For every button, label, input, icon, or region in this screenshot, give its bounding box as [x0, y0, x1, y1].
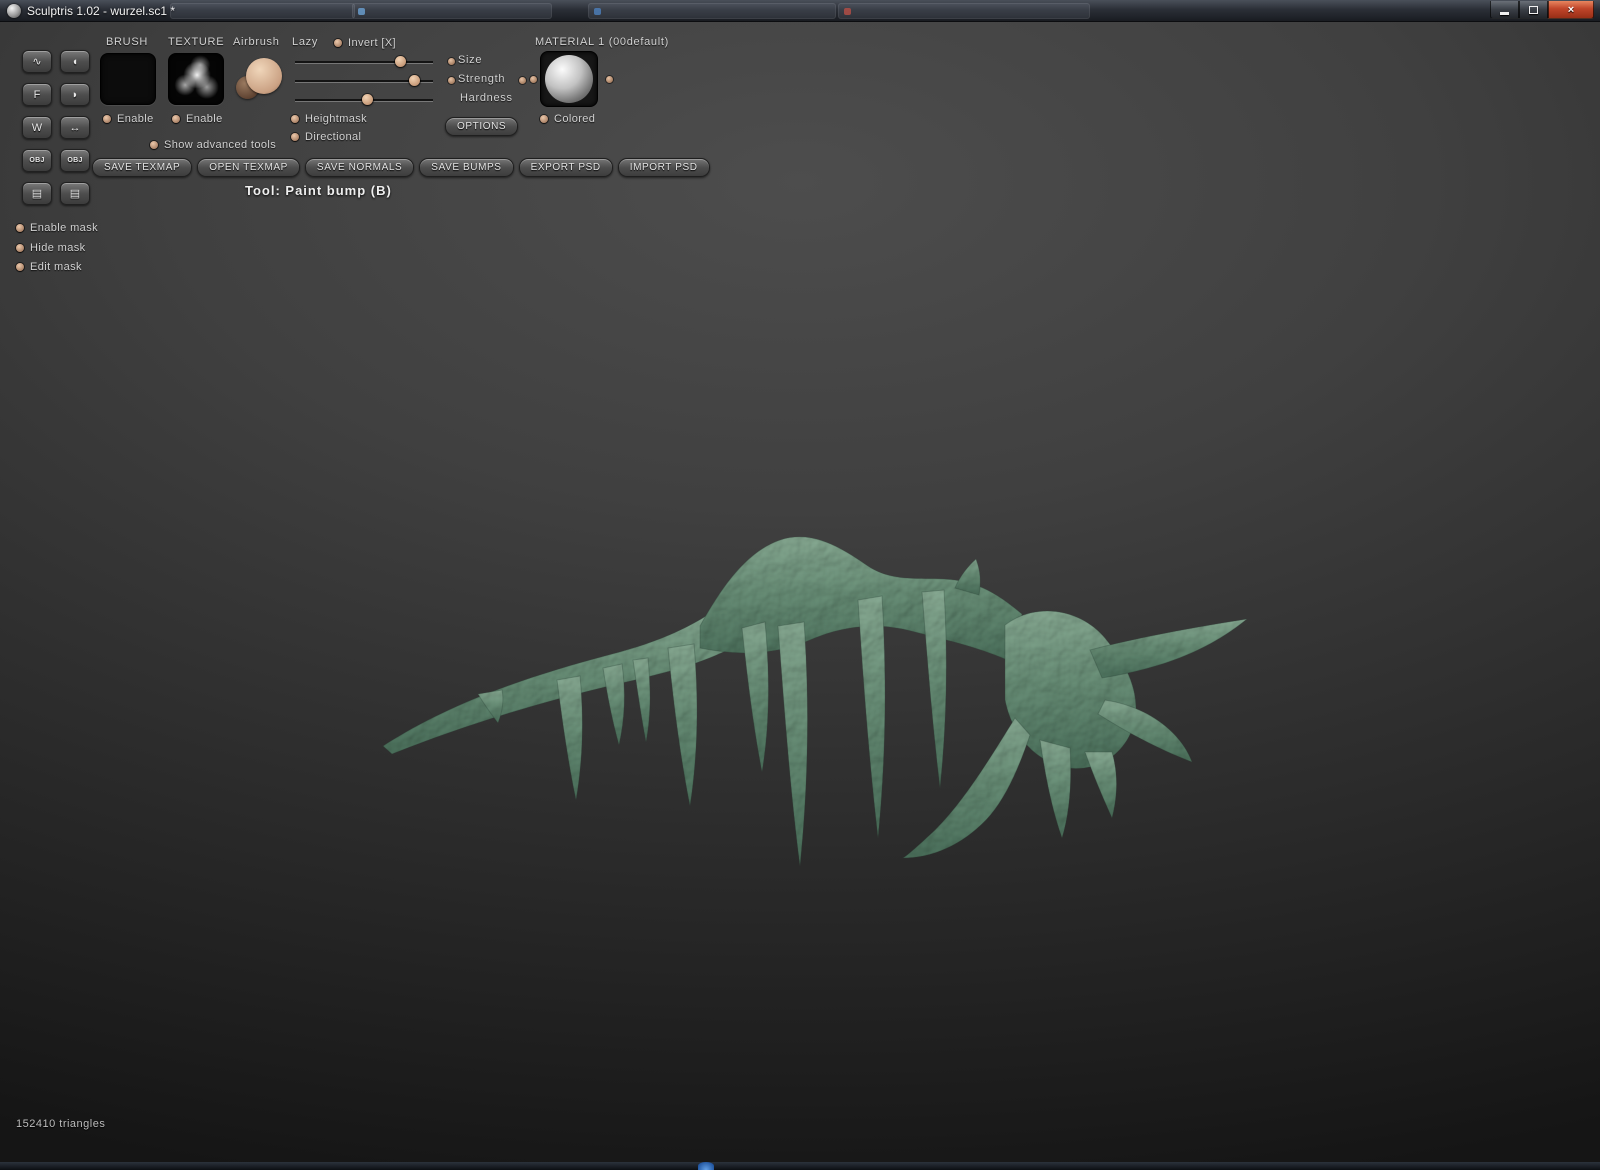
radio-icon — [172, 115, 180, 123]
directional-toggle[interactable]: Directional — [291, 131, 361, 143]
falloff-outer-circle-icon — [246, 58, 282, 94]
window-title: Sculptris 1.02 - wurzel.sc1 * — [27, 4, 176, 18]
strength-label: Strength — [458, 73, 506, 85]
radio-icon — [334, 39, 342, 47]
material-header: MATERIAL 1 (00default) — [535, 36, 670, 48]
background-window-tab — [838, 3, 1090, 19]
maximize-button[interactable] — [1519, 1, 1548, 19]
hardness-slider[interactable] — [295, 94, 433, 105]
hide-mask-label: Hide mask — [30, 242, 86, 254]
minimize-button[interactable] — [1490, 1, 1519, 19]
smooth-tool-button[interactable]: ◗ — [60, 83, 90, 106]
lazy-label[interactable]: Lazy — [292, 36, 318, 48]
background-window-tab — [352, 3, 552, 19]
enable-mask-toggle[interactable]: Enable mask — [16, 222, 98, 234]
invert-label: Invert [X] — [348, 37, 397, 49]
hardness-slider-knob[interactable] — [361, 94, 373, 105]
close-button[interactable]: × — [1548, 1, 1594, 19]
size-label: Size — [458, 54, 483, 66]
brush-color-swatch[interactable] — [100, 53, 156, 105]
airbrush-label[interactable]: Airbrush — [233, 36, 280, 48]
show-advanced-toggle[interactable]: Show advanced tools — [150, 139, 276, 151]
strength-slider-knob[interactable] — [408, 75, 420, 86]
hardness-label: Hardness — [460, 92, 513, 104]
options-button[interactable]: OPTIONS — [445, 117, 519, 136]
flatten-tool-button[interactable]: F — [22, 83, 52, 106]
export-psd-button[interactable]: EXPORT PSD — [518, 158, 613, 177]
colored-toggle[interactable]: Colored — [540, 113, 595, 125]
edit-mask-toggle[interactable]: Edit mask — [16, 261, 82, 273]
radio-icon — [16, 244, 24, 252]
brush-header: BRUSH — [106, 36, 149, 48]
app-logo-icon — [7, 4, 21, 18]
draw-tool-button[interactable]: ∿ — [22, 50, 52, 73]
background-window-tab — [588, 3, 836, 19]
brush-enable-toggle[interactable]: Enable — [103, 113, 154, 125]
viewport-3d[interactable] — [0, 22, 1600, 1162]
radio-icon — [16, 263, 24, 271]
import-psd-button[interactable]: IMPORT PSD — [617, 158, 710, 177]
size-slider-knob[interactable] — [394, 56, 406, 67]
show-advanced-label: Show advanced tools — [164, 139, 277, 151]
open-file-button[interactable]: ▤ — [22, 182, 52, 205]
size-pressure-toggle[interactable] — [448, 58, 455, 65]
material-next-toggle[interactable] — [606, 76, 613, 83]
radio-icon — [16, 224, 24, 232]
material-sphere-icon — [545, 55, 593, 103]
taskbar — [0, 1162, 1600, 1170]
start-orb-icon[interactable] — [698, 1162, 714, 1170]
texture-enable-toggle[interactable]: Enable — [172, 113, 223, 125]
background-window-tab — [170, 3, 355, 19]
symmetry-button[interactable]: ↔ — [60, 116, 90, 139]
material-preview[interactable] — [540, 51, 598, 107]
sculptris-window: Sculptris 1.02 - wurzel.sc1 * × ∿ ◖ F ◗ … — [0, 0, 1600, 1170]
open-texmap-button[interactable]: OPEN TEXMAP — [197, 158, 300, 177]
wireframe-button[interactable]: W — [22, 116, 52, 139]
enable-mask-label: Enable mask — [30, 222, 98, 234]
side-toolbar: ∿ ◖ F ◗ W ↔ OBJ OBJ ▤ ▤ — [22, 50, 90, 205]
directional-label: Directional — [305, 131, 362, 143]
export-obj-button[interactable]: OBJ — [60, 149, 90, 172]
radio-icon — [291, 133, 299, 141]
texture-header: TEXTURE — [168, 36, 225, 48]
strength-pressure-toggle[interactable] — [448, 77, 455, 84]
strength-slider[interactable] — [295, 75, 433, 86]
tool-status: Tool: Paint bump (B) — [245, 183, 392, 198]
radio-icon — [291, 115, 299, 123]
radio-icon — [540, 115, 548, 123]
save-file-button[interactable]: ▤ — [60, 182, 90, 205]
slider-track — [295, 61, 433, 63]
file-actions: SAVE TEXMAP OPEN TEXMAP SAVE NORMALS SAV… — [92, 158, 710, 177]
save-normals-button[interactable]: SAVE NORMALS — [304, 158, 415, 177]
invert-toggle[interactable]: Invert [X] — [334, 37, 396, 49]
texture-thumbnail[interactable] — [168, 53, 224, 105]
hide-mask-toggle[interactable]: Hide mask — [16, 242, 86, 254]
triangle-count: 152410 triangles — [16, 1118, 106, 1130]
radio-icon — [103, 115, 111, 123]
material-prev-toggle[interactable] — [530, 76, 537, 83]
size-slider[interactable] — [295, 56, 433, 67]
heightmask-label: Heightmask — [305, 113, 368, 125]
save-texmap-button[interactable]: SAVE TEXMAP — [92, 158, 193, 177]
airbrush-falloff-icon[interactable] — [236, 56, 284, 102]
window-controls: × — [1490, 1, 1594, 19]
colored-label: Colored — [554, 113, 596, 125]
brush-enable-label: Enable — [117, 113, 154, 125]
strength-extra-toggle[interactable] — [519, 77, 526, 84]
title-bar: Sculptris 1.02 - wurzel.sc1 * × — [0, 0, 1600, 22]
radio-icon — [150, 141, 158, 149]
heightmask-toggle[interactable]: Heightmask — [291, 113, 367, 125]
save-bumps-button[interactable]: SAVE BUMPS — [419, 158, 514, 177]
import-obj-button[interactable]: OBJ — [22, 149, 52, 172]
texture-enable-label: Enable — [186, 113, 223, 125]
clay-tool-button[interactable]: ◖ — [60, 50, 90, 73]
edit-mask-label: Edit mask — [30, 261, 82, 273]
